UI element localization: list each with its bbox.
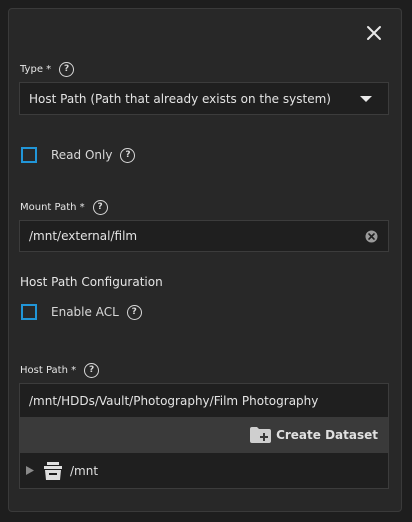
clear-circle-icon[interactable] — [365, 230, 378, 243]
caret-down-icon — [360, 96, 372, 102]
mount-path-value: /mnt/external/film — [29, 229, 138, 243]
mount-path-input[interactable]: /mnt/external/film — [19, 220, 389, 252]
tree-node-label: /mnt — [70, 463, 99, 478]
help-icon[interactable]: ? — [120, 147, 136, 163]
host-path-label: Host Path * — [20, 365, 77, 376]
type-select[interactable]: Host Path (Path that already exists on t… — [19, 82, 389, 115]
host-path-explorer: /mnt/HDDs/Vault/Photography/Film Photogr… — [19, 383, 389, 489]
explorer-toolbar: Create Dataset — [20, 417, 388, 453]
host-path-input[interactable]: /mnt/HDDs/Vault/Photography/Film Photogr… — [20, 384, 388, 417]
mount-path-label: Mount Path * — [20, 202, 85, 213]
host-path-config-title: Host Path Configuration — [20, 275, 163, 289]
host-path-label-row: Host Path * ? — [20, 363, 100, 378]
help-icon[interactable]: ? — [59, 62, 75, 77]
read-only-checkbox[interactable] — [21, 147, 37, 163]
host-path-value: /mnt/HDDs/Vault/Photography/Film Photogr… — [29, 393, 319, 408]
type-select-value: Host Path (Path that already exists on t… — [29, 91, 331, 106]
help-icon[interactable]: ? — [126, 304, 142, 320]
enable-acl-label[interactable]: Enable ACL — [51, 305, 119, 319]
type-label: Type * — [20, 64, 52, 75]
storage-pool-icon — [44, 461, 62, 480]
read-only-row: Read Only ? — [21, 147, 136, 163]
help-icon[interactable]: ? — [92, 200, 108, 215]
close-button[interactable] — [357, 16, 391, 50]
enable-acl-checkbox[interactable] — [21, 304, 37, 320]
mount-path-label-row: Mount Path * ? — [20, 200, 108, 215]
help-icon[interactable]: ? — [84, 363, 100, 378]
read-only-label[interactable]: Read Only — [51, 148, 112, 162]
create-dataset-label: Create Dataset — [276, 428, 378, 442]
tree-node-mnt[interactable]: /mnt — [20, 453, 388, 488]
enable-acl-row: Enable ACL ? — [21, 304, 142, 320]
folder-plus-icon — [250, 427, 272, 443]
close-icon — [367, 26, 381, 40]
create-dataset-button[interactable]: Create Dataset — [250, 427, 378, 443]
type-label-row: Type * ? — [20, 62, 75, 77]
caret-right-icon[interactable] — [26, 466, 34, 475]
